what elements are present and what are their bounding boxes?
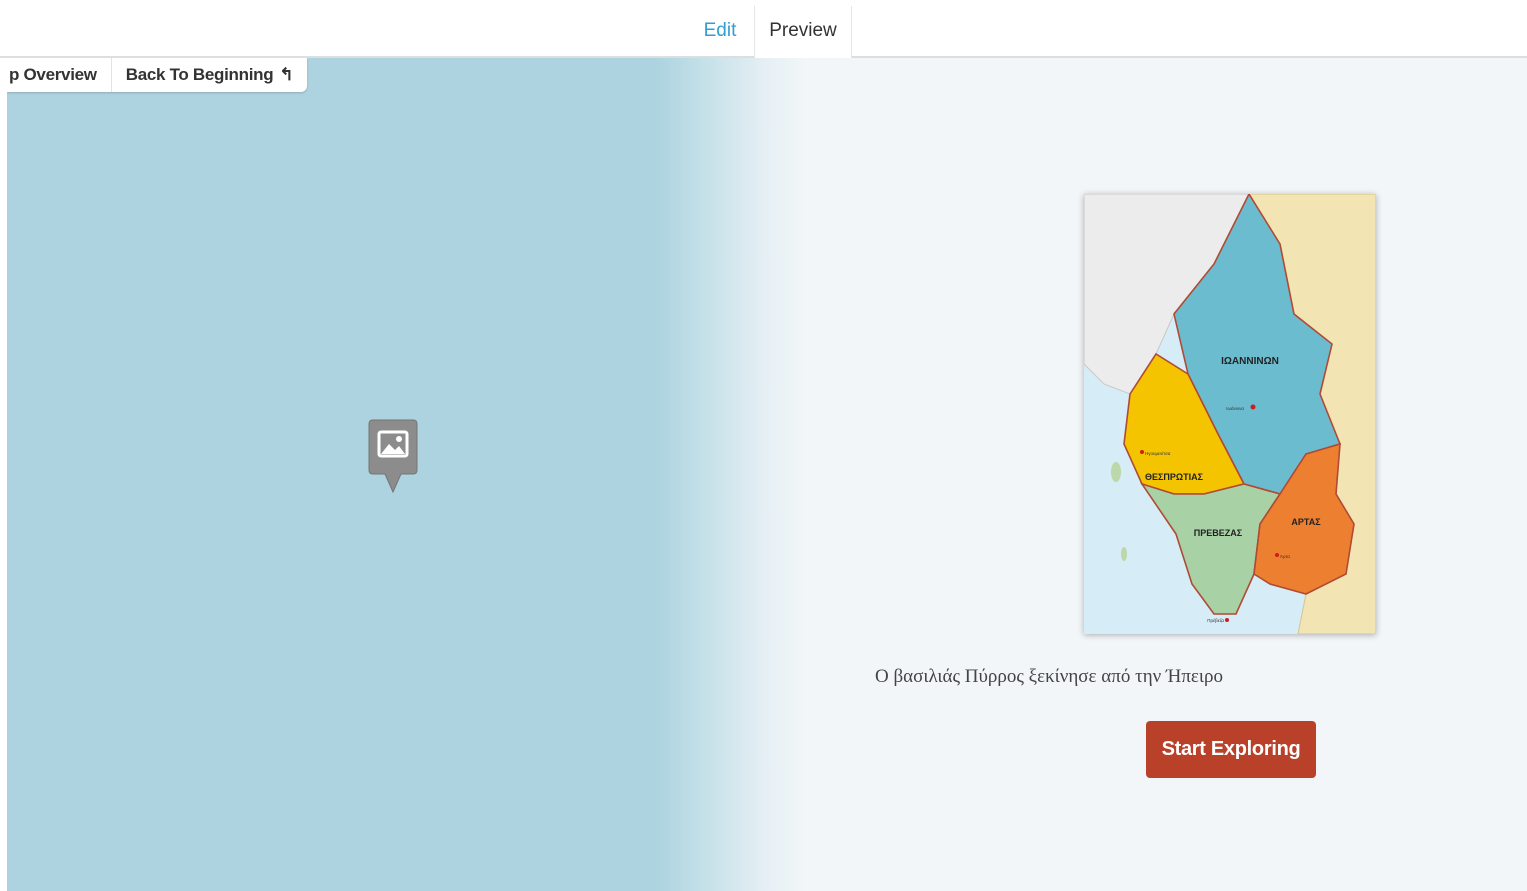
tab-preview[interactable]: Preview (754, 6, 852, 60)
image-marker-icon[interactable] (367, 418, 419, 494)
breadcrumb: p Overview Back To Beginning ↰ (7, 58, 308, 92)
city-label-igoumenitsa: Ηγουμενίτσα (1145, 451, 1171, 456)
back-arrow-icon: ↰ (279, 65, 294, 84)
region-label-thesprotia: ΘΕΣΠΡΩΤΙΑΣ (1145, 472, 1204, 482)
epirus-map-image: ΙΩΑΝΝΙΝΩΝ ΘΕΣΠΡΩΤΙΑΣ ΠΡΕΒΕΖΑΣ ΑΡΤΑΣ Ιωάν… (1084, 194, 1376, 634)
city-label-ioannina: Ιωάννινα (1226, 405, 1244, 411)
back-to-beginning-label: Back To Beginning (125, 65, 274, 84)
tab-bar: Edit Preview (0, 0, 1527, 60)
city-label-arta: Άρτα (1280, 554, 1290, 559)
region-label-preveza: ΠΡΕΒΕΖΑΣ (1194, 528, 1243, 538)
map-overview-link[interactable]: p Overview (7, 58, 112, 92)
region-label-arta: ΑΡΤΑΣ (1291, 517, 1321, 527)
map-stage[interactable]: p Overview Back To Beginning ↰ ΙΩΑΝΝΙΝΩΝ… (7, 58, 1527, 891)
city-label-preveza: Πρέβεζα (1207, 617, 1224, 623)
tab-edit[interactable]: Edit (692, 6, 748, 60)
back-to-beginning-button[interactable]: Back To Beginning ↰ (112, 58, 308, 92)
map-overview-label: p Overview (9, 65, 97, 84)
intro-caption: Ο βασιλιάς Πύρρος ξεκίνησε από την Ήπειρ… (875, 666, 1223, 687)
start-exploring-button[interactable]: Start Exploring (1146, 721, 1316, 778)
region-label-ioannina: ΙΩΑΝΝΙΝΩΝ (1221, 356, 1279, 367)
